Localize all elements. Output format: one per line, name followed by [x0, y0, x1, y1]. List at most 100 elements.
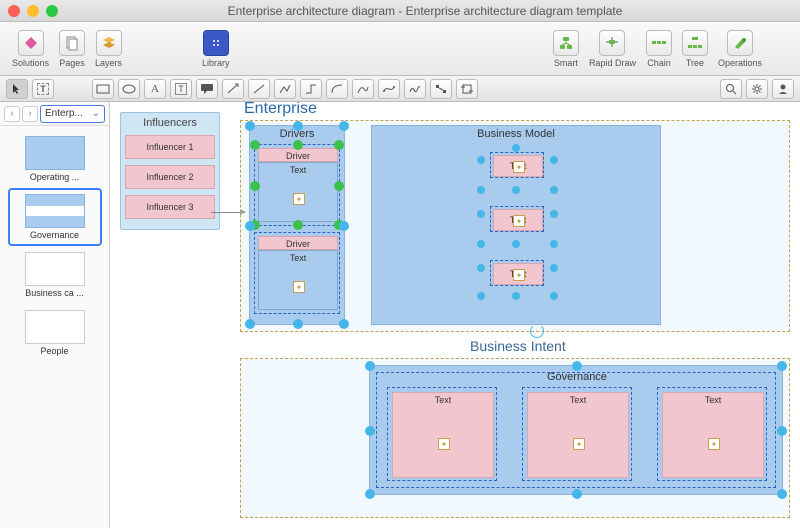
shape-list[interactable]: Operating ... Governance Business ca ...… — [0, 126, 109, 528]
text-tool[interactable]: T — [32, 79, 54, 99]
resize-handle[interactable] — [250, 181, 260, 191]
driver-box[interactable]: Driver — [258, 148, 338, 162]
bm-item[interactable]: Text✦ — [490, 206, 544, 232]
connection-point[interactable] — [550, 156, 558, 164]
resize-handle[interactable] — [293, 319, 303, 329]
connection-point[interactable] — [550, 186, 558, 194]
gov-item[interactable]: Text✦ — [657, 387, 767, 481]
resize-handle[interactable] — [250, 140, 260, 150]
diagram-canvas[interactable]: Enterprise Drivers Driver Text ✦ — [240, 102, 800, 528]
library-button[interactable]: Library — [198, 28, 234, 70]
connection-point[interactable] — [477, 264, 485, 272]
connection-point[interactable] — [550, 264, 558, 272]
resize-handle[interactable] — [777, 489, 787, 499]
shape-item-business-ca[interactable]: Business ca ... — [10, 248, 100, 302]
chain-button[interactable]: Chain — [642, 28, 676, 70]
minimize-icon[interactable] — [27, 5, 39, 17]
bm-text-box[interactable]: Text✦ — [493, 263, 543, 285]
rapiddraw-button[interactable]: Rapid Draw — [585, 28, 640, 70]
shape-item-operating[interactable]: Operating ... — [10, 132, 100, 186]
tree-button[interactable]: Tree — [678, 28, 712, 70]
anchor-icon[interactable]: ✦ — [513, 269, 525, 281]
user-button[interactable] — [772, 79, 794, 99]
resize-handle[interactable] — [777, 426, 787, 436]
enterprise-group[interactable]: Drivers Driver Text ✦ — [240, 120, 790, 332]
anchor-icon[interactable]: ✦ — [513, 215, 525, 227]
solutions-button[interactable]: Solutions — [8, 28, 53, 70]
business-model-container[interactable]: Business Model Text✦ Text✦ Text✦ — [371, 125, 661, 325]
operations-button[interactable]: Operations — [714, 28, 766, 70]
gov-text-box[interactable]: Text✦ — [662, 392, 764, 478]
resize-handle[interactable] — [365, 361, 375, 371]
drivers-container[interactable]: Drivers Driver Text ✦ — [249, 125, 345, 325]
connection-point[interactable] — [550, 210, 558, 218]
connection-point[interactable] — [477, 186, 485, 194]
connection-point[interactable] — [477, 210, 485, 218]
influencers-panel[interactable]: Influencers Influencer 1 Influencer 2 In… — [120, 112, 220, 230]
line-tool[interactable] — [248, 79, 270, 99]
anchor-icon[interactable]: ✦ — [573, 438, 585, 450]
resize-handle[interactable] — [365, 426, 375, 436]
gov-text-box[interactable]: Text✦ — [527, 392, 629, 478]
connection-point[interactable] — [512, 292, 520, 300]
driver-box[interactable]: Driver — [258, 236, 338, 250]
smart-button[interactable]: Smart — [549, 28, 583, 70]
driver-text-box[interactable]: Text ✦ — [258, 162, 338, 222]
canvas[interactable]: Influencers Influencer 1 Influencer 2 In… — [110, 102, 800, 528]
shape-item-people[interactable]: People — [10, 306, 100, 360]
resize-handle[interactable] — [334, 140, 344, 150]
settings-button[interactable] — [746, 79, 768, 99]
callout-tool[interactable] — [196, 79, 218, 99]
edit-points-tool[interactable] — [430, 79, 452, 99]
resize-handle[interactable] — [245, 319, 255, 329]
resize-handle[interactable] — [777, 361, 787, 371]
window-controls[interactable] — [8, 5, 58, 17]
zoom-icon[interactable] — [46, 5, 58, 17]
influencer-item[interactable]: Influencer 1 — [125, 135, 215, 159]
resize-handle[interactable] — [572, 361, 582, 371]
connection-point[interactable] — [512, 144, 520, 152]
bezier-tool[interactable] — [378, 79, 400, 99]
text-shape-tool[interactable]: A — [144, 79, 166, 99]
freehand-tool[interactable] — [404, 79, 426, 99]
layers-button[interactable]: Layers — [91, 28, 126, 70]
connection-point[interactable] — [512, 186, 520, 194]
resize-handle[interactable] — [365, 489, 375, 499]
resize-handle[interactable] — [339, 121, 349, 131]
textbox-tool[interactable]: T — [170, 79, 192, 99]
connector-tool[interactable] — [300, 79, 322, 99]
resize-handle[interactable] — [572, 489, 582, 499]
library-select[interactable]: Enterp... — [40, 105, 105, 123]
connection-point[interactable] — [477, 156, 485, 164]
resize-handle[interactable] — [245, 221, 255, 231]
spline-tool[interactable] — [352, 79, 374, 99]
resize-handle[interactable] — [245, 121, 255, 131]
polyline-tool[interactable] — [274, 79, 296, 99]
anchor-icon[interactable]: ✦ — [438, 438, 450, 450]
bm-item[interactable]: Text✦ — [490, 260, 544, 286]
ellipse-tool[interactable] — [118, 79, 140, 99]
driver-selection[interactable]: Driver Text ✦ — [254, 232, 340, 314]
nav-forward-button[interactable]: › — [22, 106, 38, 122]
pages-button[interactable]: Pages — [55, 28, 89, 70]
rotate-handle[interactable] — [530, 324, 544, 338]
search-button[interactable] — [720, 79, 742, 99]
anchor-icon[interactable]: ✦ — [293, 193, 305, 205]
resize-handle[interactable] — [293, 220, 303, 230]
influencer-item[interactable]: Influencer 2 — [125, 165, 215, 189]
rect-tool[interactable] — [92, 79, 114, 99]
connection-point[interactable] — [550, 292, 558, 300]
driver-text-box[interactable]: Text ✦ — [258, 250, 338, 310]
connection-point[interactable] — [550, 240, 558, 248]
influencer-item[interactable]: Influencer 3 — [125, 195, 215, 219]
resize-handle[interactable] — [334, 181, 344, 191]
shape-item-governance[interactable]: Governance — [10, 190, 100, 244]
resize-handle[interactable] — [293, 140, 303, 150]
driver-selection[interactable]: Driver Text ✦ — [254, 144, 340, 226]
resize-handle[interactable] — [339, 319, 349, 329]
resize-handle[interactable] — [293, 121, 303, 131]
connection-point[interactable] — [477, 292, 485, 300]
bm-text-box[interactable]: Text✦ — [493, 155, 543, 177]
governance-container[interactable]: Governance Text✦ Text✦ Text✦ — [369, 365, 783, 495]
gov-item[interactable]: Text✦ — [522, 387, 632, 481]
